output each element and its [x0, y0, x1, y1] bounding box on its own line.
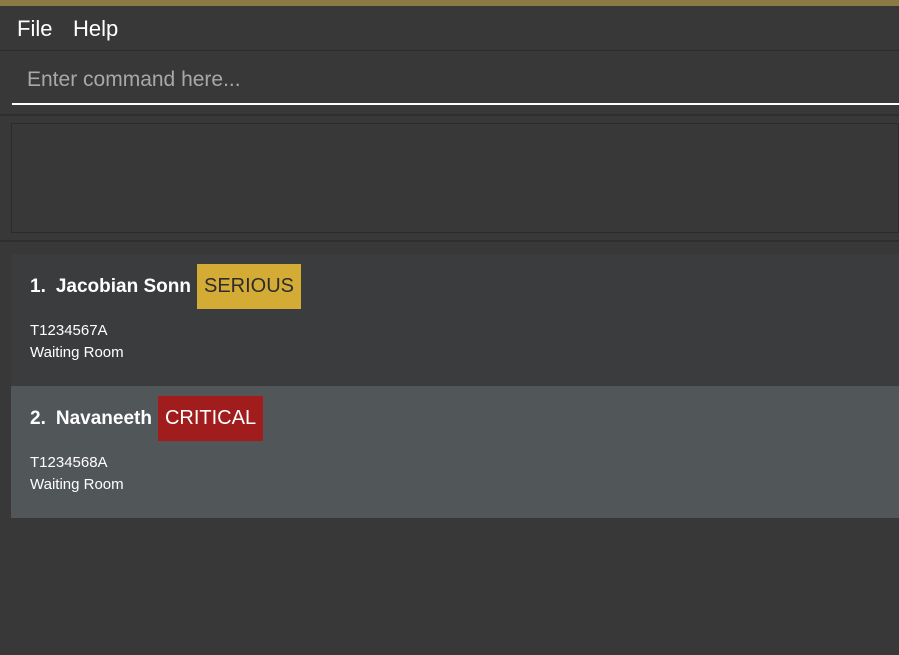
- result-display[interactable]: [11, 123, 899, 233]
- severity-tag-critical: CRITICAL: [157, 396, 264, 441]
- patient-room: Waiting Room: [30, 476, 124, 493]
- patient-index: 1.: [30, 275, 46, 297]
- patient-card[interactable]: 2. Navaneeth CRITICAL T1234568A Waiting …: [11, 386, 899, 518]
- patient-id: T1234567A: [30, 322, 108, 339]
- menu-file[interactable]: File: [17, 16, 52, 42]
- patient-index: 2.: [30, 407, 46, 429]
- patient-name: Jacobian Sonn: [55, 275, 191, 297]
- severity-tag-serious: SERIOUS: [197, 264, 302, 309]
- patient-list[interactable]: 1. Jacobian Sonn SERIOUS T1234567A Waiti…: [11, 254, 899, 518]
- patient-card-header: 2. Navaneeth CRITICAL: [30, 396, 899, 441]
- result-area: [0, 116, 899, 242]
- patient-id: T1234568A: [30, 454, 108, 471]
- patient-card-header: 1. Jacobian Sonn SERIOUS: [30, 264, 899, 309]
- command-box: [0, 51, 899, 116]
- menu-help[interactable]: Help: [73, 16, 118, 42]
- patient-card[interactable]: 1. Jacobian Sonn SERIOUS T1234567A Waiti…: [11, 254, 899, 386]
- patient-name: Navaneeth: [55, 407, 152, 429]
- menu-bar: File Help: [0, 6, 899, 51]
- patient-room: Waiting Room: [30, 344, 124, 361]
- command-input[interactable]: [12, 57, 899, 105]
